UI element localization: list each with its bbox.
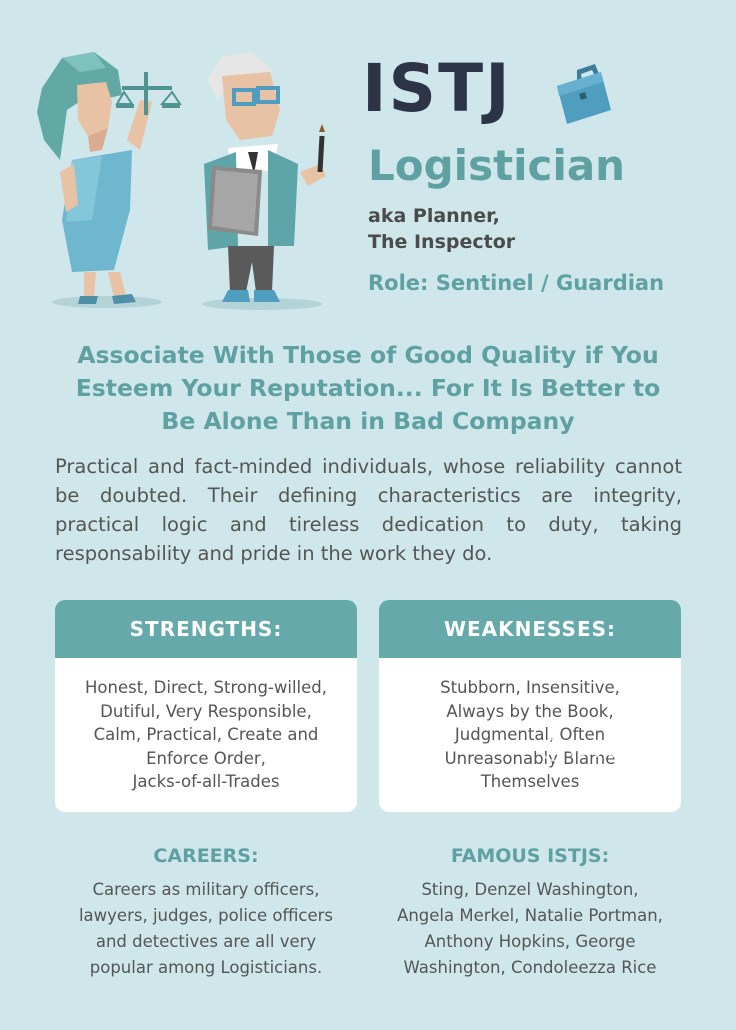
watermark-text: @wvernyx xyxy=(540,733,682,764)
weaknesses-card: WEAKNESSES: Stubborn, Insensitive, Alway… xyxy=(379,600,681,812)
aka-line: aka Planner, xyxy=(368,205,500,227)
strength-line: Dutiful, Very Responsible, xyxy=(100,701,312,721)
famous-line: Anthony Hopkins, George xyxy=(424,932,636,951)
weakness-line: Themselves xyxy=(480,772,580,791)
briefcase-icon xyxy=(557,64,611,124)
weakness-line: Always by the Book, xyxy=(446,701,614,721)
careers-text: Careers as military officers, lawyers, j… xyxy=(46,877,366,981)
aka-names: aka Planner, The Inspector xyxy=(368,203,515,255)
type-name-subtitle: Logistician xyxy=(368,141,626,190)
careers-line: popular among Logisticians. xyxy=(89,958,323,977)
careers-line: lawyers, judges, police officers xyxy=(78,906,334,925)
famous-text: Sting, Denzel Washington, Angela Merkel,… xyxy=(370,877,690,981)
role-label: Role: Sentinel / Guardian xyxy=(368,271,665,295)
lady-justice-and-inspector-illustration xyxy=(37,52,326,310)
aka-line: The Inspector xyxy=(368,231,516,253)
famous-line: Washington, Condoleezza Rice xyxy=(403,958,657,977)
strengths-title: STRENGTHS: xyxy=(55,600,357,658)
strength-line: Jacks-of-all-Trades xyxy=(132,772,280,791)
careers-title: CAREERS: xyxy=(153,845,259,867)
strength-line: Honest, Direct, Strong-willed, xyxy=(84,678,328,697)
quote: Associate With Those of Good Quality if … xyxy=(40,339,696,438)
quote-line: Associate With Those of Good Quality if … xyxy=(77,341,659,369)
strength-line: Calm, Practical, Create and xyxy=(93,725,319,744)
type-code-title: ISTJ xyxy=(362,50,512,127)
careers-line: and detectives are all very xyxy=(95,932,317,951)
quote-line: Be Alone Than in Bad Company xyxy=(161,407,575,435)
famous-line: Angela Merkel, Natalie Portman, xyxy=(397,906,663,925)
famous-title: FAMOUS ISTJS: xyxy=(450,845,610,867)
weaknesses-list: Stubborn, Insensitive, Always by the Boo… xyxy=(379,658,681,794)
weaknesses-title: WEAKNESSES: xyxy=(379,600,681,658)
strengths-list: Honest, Direct, Strong-willed, Dutiful, … xyxy=(55,658,357,794)
quote-line: Esteem Your Reputation... For It Is Bett… xyxy=(75,374,661,402)
strength-line: Enforce Order, xyxy=(146,748,266,768)
description-paragraph: Practical and fact-minded individuals, w… xyxy=(55,455,682,565)
careers-line: Careers as military officers, xyxy=(92,880,320,899)
famous-line: Sting, Denzel Washington, xyxy=(421,880,639,899)
weakness-line: Stubborn, Insensitive, xyxy=(440,678,620,697)
strengths-card: STRENGTHS: Honest, Direct, Strong-willed… xyxy=(55,600,357,812)
